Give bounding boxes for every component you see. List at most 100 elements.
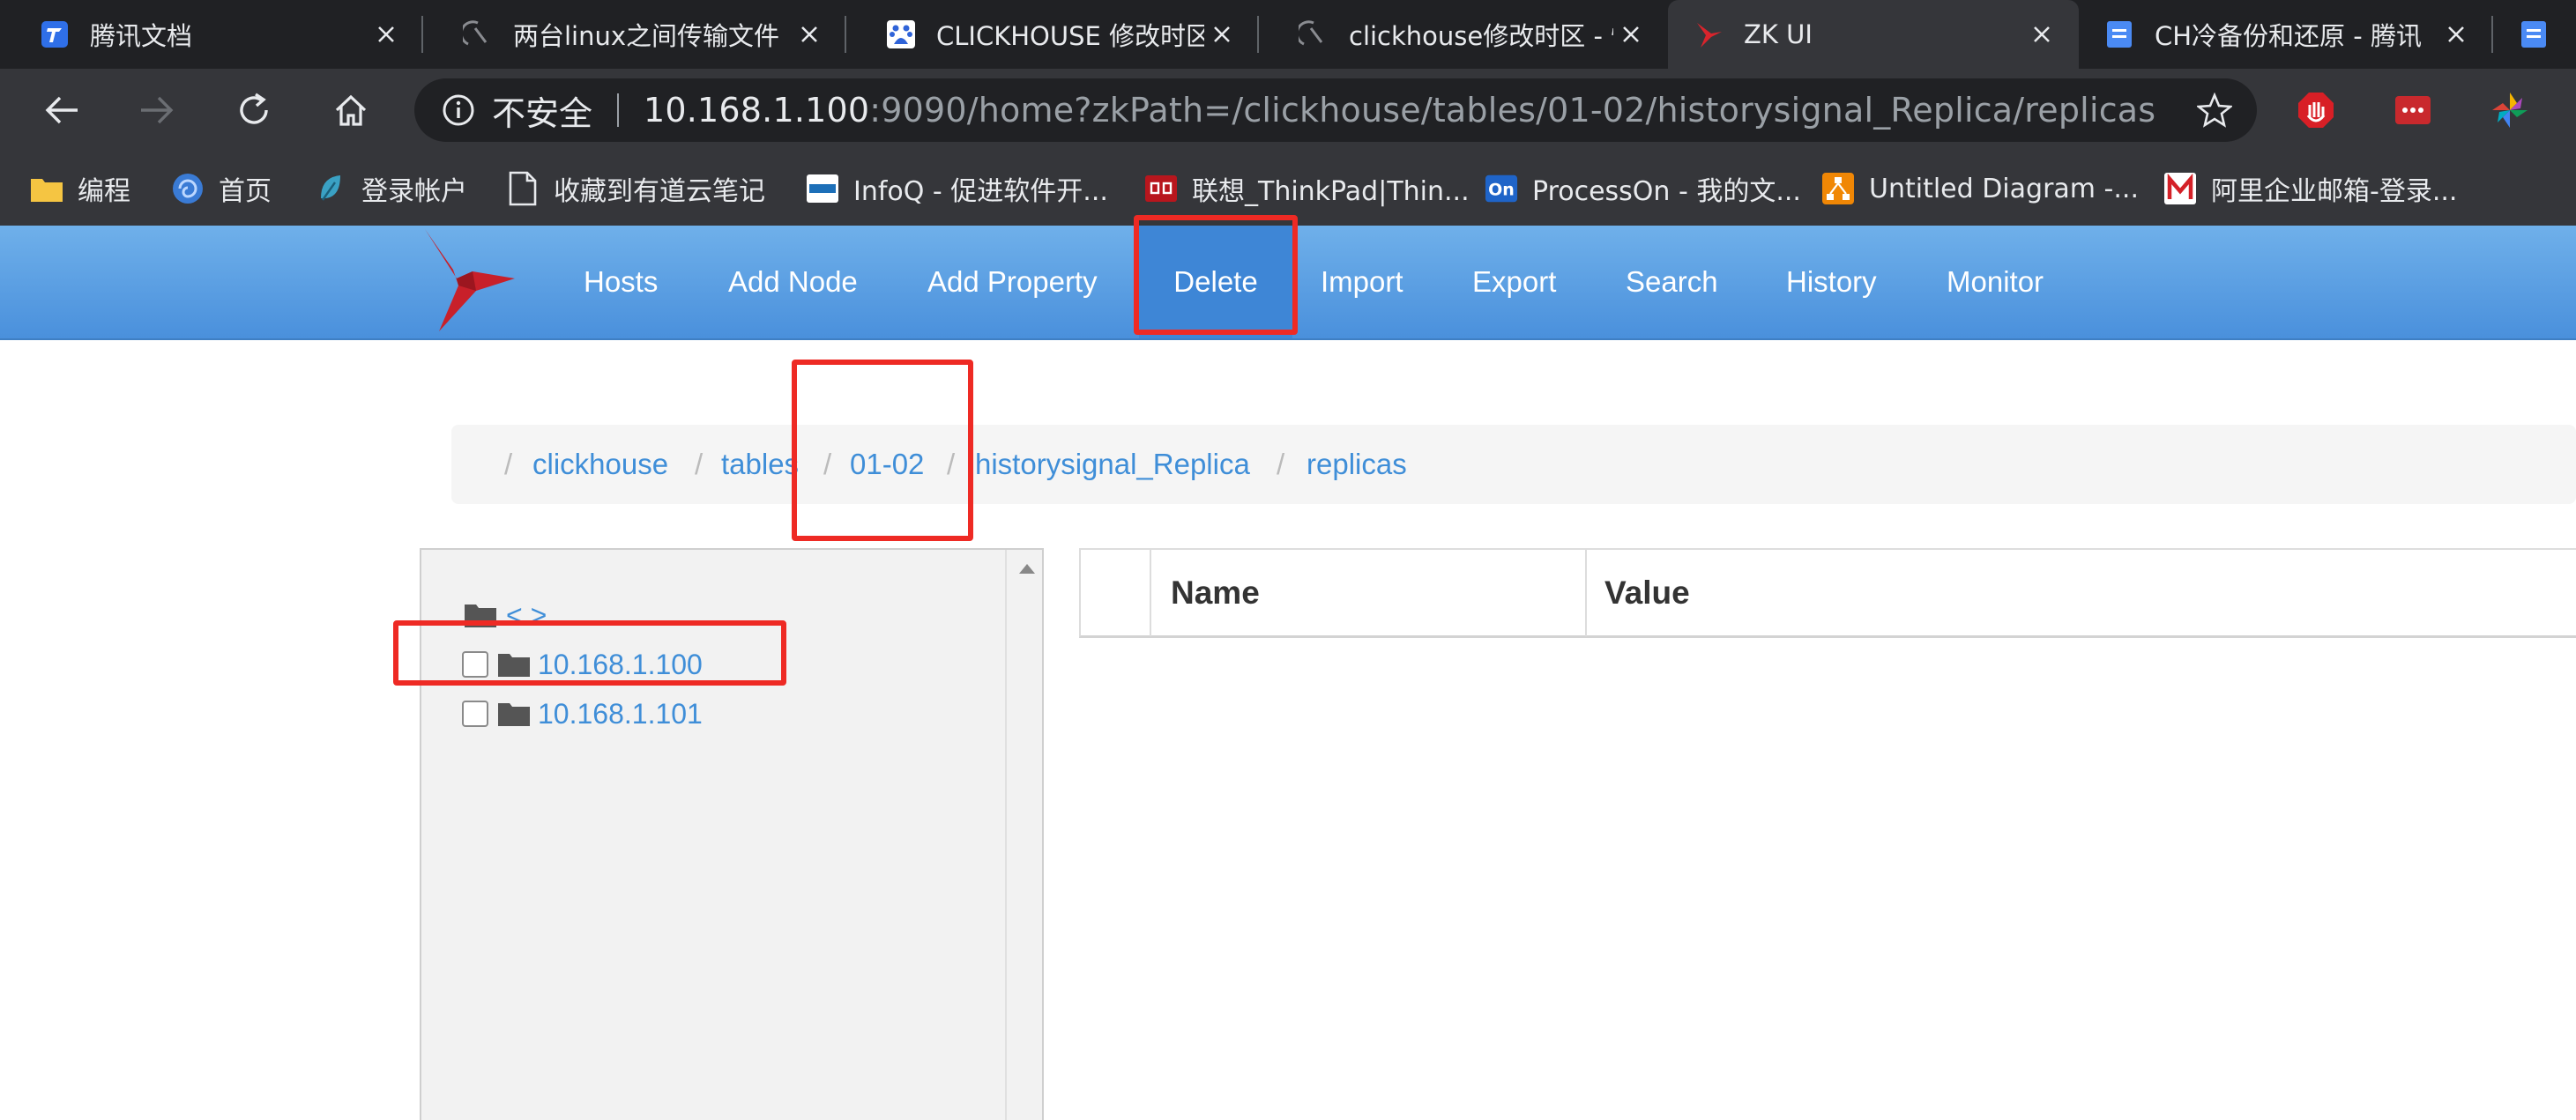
property-table: Name Value <box>1079 548 2576 638</box>
table-select-column <box>1081 550 1151 636</box>
mail-icon <box>2163 172 2197 205</box>
browser-tab-active[interactable]: ZK UI <box>1668 0 2079 69</box>
folder-icon <box>30 172 63 205</box>
swirl-icon <box>171 172 205 205</box>
bookmark-item[interactable]: On ProcessOn - 我的文... <box>1485 152 1801 226</box>
nav-search[interactable]: Search <box>1626 226 1718 338</box>
nav-monitor[interactable]: Monitor <box>1947 226 2044 338</box>
address-bar[interactable]: 不安全 10.168.1.100:9090/home?zkPath=/click… <box>414 78 2257 142</box>
breadcrumb-separator: / <box>1277 448 1285 480</box>
bookmark-item[interactable]: 收藏到有道云笔记 <box>506 152 765 226</box>
bookmark-label: 收藏到有道云笔记 <box>554 176 765 207</box>
browser-tab[interactable]: clickhouse修改时区 - 懒 <box>1259 0 1668 69</box>
table-header-name: Name <box>1151 550 1587 636</box>
browser-tab[interactable]: 腾讯文档 <box>0 0 423 69</box>
home-button[interactable] <box>328 87 374 133</box>
bookmark-item[interactable]: Untitled Diagram -... <box>1821 152 2139 226</box>
nav-add-property[interactable]: Add Property <box>927 226 1098 338</box>
folder-icon <box>498 703 530 726</box>
docs-icon <box>2518 19 2550 50</box>
leaf-icon <box>314 172 347 205</box>
annotation-box-breadcrumb <box>792 360 973 541</box>
close-icon[interactable] <box>2438 17 2474 52</box>
tencent-docs-icon <box>39 19 71 50</box>
breadcrumb-item[interactable]: replicas <box>1307 425 1407 504</box>
url-rest: :9090/home?zkPath=/clickhouse/tables/01-… <box>869 91 2156 130</box>
url-host: 10.168.1.100 <box>644 91 870 130</box>
close-icon[interactable] <box>792 17 827 52</box>
reload-button[interactable] <box>231 87 277 133</box>
annotation-box-delete <box>1134 215 1298 335</box>
back-button[interactable] <box>39 87 85 133</box>
tree-node-row[interactable]: 10.168.1.101 <box>462 693 703 735</box>
bookmark-label: Untitled Diagram -... <box>1869 173 2139 204</box>
annotation-box-node <box>393 620 786 686</box>
bookmark-label: 阿里企业邮箱-登录... <box>2211 176 2458 207</box>
browser-tab[interactable] <box>2493 0 2576 69</box>
adblock-extension-icon[interactable] <box>2296 90 2336 130</box>
tab-title: clickhouse修改时区 - 懒 <box>1349 21 1613 51</box>
more-extension-icon[interactable] <box>2393 90 2433 130</box>
bookmark-label: 编程 <box>78 176 130 207</box>
bookmark-label: 联想_ThinkPad|Thin... <box>1192 176 1470 207</box>
close-icon[interactable] <box>369 17 404 52</box>
forward-arrow-icon <box>141 96 174 124</box>
back-arrow-icon <box>45 96 78 124</box>
browser-tab[interactable]: CH冷备份和还原 - 腾讯 <box>2079 0 2493 69</box>
spinner-icon <box>462 19 494 50</box>
bookmark-item[interactable]: 编程 <box>30 152 130 226</box>
breadcrumb-item[interactable]: tables <box>721 425 799 504</box>
baidu-icon <box>885 19 917 50</box>
reload-icon <box>240 93 268 124</box>
zkui-logo[interactable] <box>421 226 520 338</box>
tab-title: ZK UI <box>1744 19 1813 49</box>
table-header-value: Value <box>1604 575 1690 611</box>
lenovo-icon <box>1144 172 1178 205</box>
scroll-up-arrow-icon[interactable] <box>1019 564 1035 574</box>
breadcrumb-separator: / <box>695 448 704 480</box>
nav-add-node[interactable]: Add Node <box>728 226 858 338</box>
svg-text:On: On <box>1488 181 1515 200</box>
processon-icon: On <box>1485 172 1518 205</box>
pinwheel-extension-icon[interactable] <box>2490 90 2530 130</box>
drawio-icon <box>1821 172 1855 205</box>
zkui-bird-icon <box>1693 19 1724 50</box>
home-icon <box>335 94 367 126</box>
browser-tab[interactable]: 两台linux之间传输文件 <box>423 0 846 69</box>
bookmark-item[interactable]: 阿里企业邮箱-登录... <box>2163 152 2457 226</box>
nav-export[interactable]: Export <box>1472 226 1556 338</box>
breadcrumb: / clickhouse / tables / 01-02 / historys… <box>451 425 2576 504</box>
tab-title: 腾讯文档 <box>90 21 193 51</box>
infoq-icon <box>806 172 839 205</box>
bookmark-star-icon[interactable] <box>2195 92 2234 128</box>
info-icon[interactable] <box>441 93 476 128</box>
tab-title: CLICKHOUSE 修改时区 <box>936 21 1204 51</box>
nav-import[interactable]: Import <box>1321 226 1403 338</box>
node-checkbox[interactable] <box>462 701 488 727</box>
close-icon[interactable] <box>1204 17 1240 52</box>
zkui-bird-icon <box>425 229 515 331</box>
bookmark-label: InfoQ - 促进软件开... <box>853 176 1108 207</box>
page-icon <box>506 171 540 206</box>
close-icon[interactable] <box>2024 17 2059 52</box>
browser-toolbar: 不安全 10.168.1.100:9090/home?zkPath=/click… <box>0 69 2576 152</box>
breadcrumb-item[interactable]: clickhouse <box>532 425 668 504</box>
scrollbar[interactable] <box>1005 550 1042 1120</box>
nav-history[interactable]: History <box>1786 226 1877 338</box>
forward-button[interactable] <box>134 87 180 133</box>
close-icon[interactable] <box>1613 17 1649 52</box>
bookmark-label: 首页 <box>219 176 272 207</box>
bookmark-item[interactable]: InfoQ - 促进软件开... <box>806 152 1108 226</box>
tab-strip: 腾讯文档 两台linux之间传输文件 CLICKHOUSE 修改时区 click… <box>0 0 2576 69</box>
tree-node-link[interactable]: 10.168.1.101 <box>538 698 703 731</box>
breadcrumb-item[interactable]: historysignal_Replica <box>975 425 1250 504</box>
tab-title: CH冷备份和还原 - 腾讯 <box>2155 21 2422 51</box>
url-text[interactable]: 10.168.1.100:9090/home?zkPath=/clickhous… <box>644 91 2155 130</box>
bookmark-item[interactable]: 登录帐户 <box>314 152 467 226</box>
nav-hosts[interactable]: Hosts <box>584 226 658 338</box>
bookmark-item[interactable]: 首页 <box>171 152 272 226</box>
spinner-icon <box>1298 19 1329 50</box>
browser-tab[interactable]: CLICKHOUSE 修改时区 <box>846 0 1259 69</box>
security-label: 不安全 <box>492 93 593 133</box>
bookmark-label: ProcessOn - 我的文... <box>1532 176 1801 207</box>
